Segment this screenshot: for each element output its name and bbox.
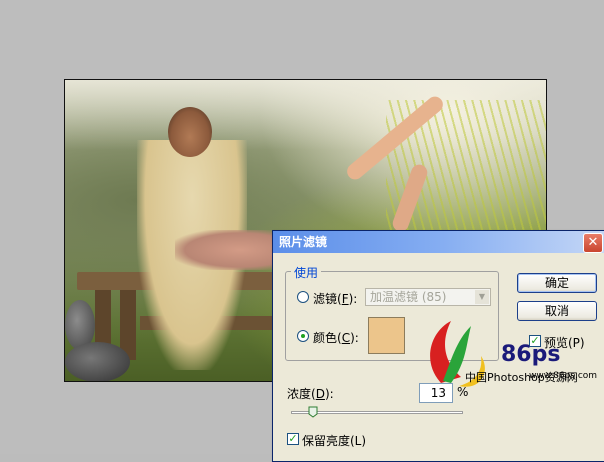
photo-rock — [65, 342, 130, 381]
preserve-luminosity-checkbox[interactable]: ✓ — [287, 433, 299, 445]
filter-radio-label[interactable]: 滤镜(F): — [313, 290, 357, 307]
color-radio-label[interactable]: 颜色(C): — [313, 329, 359, 346]
photo-filter-dialog: 照片滤镜 ✕ 使用 滤镜(F): 加温滤镜 (85) ▼ 颜色(C): 确定 取… — [272, 230, 604, 462]
close-button[interactable]: ✕ — [583, 233, 603, 253]
ok-button[interactable]: 确定 — [517, 273, 597, 293]
watermark-tagline: 中国Photoshop资源网 — [465, 371, 578, 384]
photo-man-head — [168, 107, 212, 157]
density-slider-thumb[interactable] — [308, 406, 318, 418]
color-swatch[interactable] — [368, 317, 405, 354]
density-label: 浓度(D): — [287, 387, 334, 401]
density-unit: % — [457, 385, 469, 399]
density-input[interactable]: 13 — [419, 383, 453, 403]
preserve-luminosity-label[interactable]: 保留亮度(L) — [302, 432, 366, 449]
dialog-title: 照片滤镜 — [279, 235, 328, 249]
filter-radio[interactable] — [297, 291, 309, 303]
use-group-label: 使用 — [291, 264, 322, 281]
watermark-brand: 86ps — [501, 342, 560, 367]
close-icon: ✕ — [587, 235, 599, 250]
color-radio[interactable] — [297, 330, 309, 342]
dialog-titlebar[interactable]: 照片滤镜 — [273, 231, 604, 253]
workspace-canvas: 照片滤镜 ✕ 使用 滤镜(F): 加温滤镜 (85) ▼ 颜色(C): 确定 取… — [0, 0, 604, 462]
check-icon: ✓ — [288, 432, 298, 445]
